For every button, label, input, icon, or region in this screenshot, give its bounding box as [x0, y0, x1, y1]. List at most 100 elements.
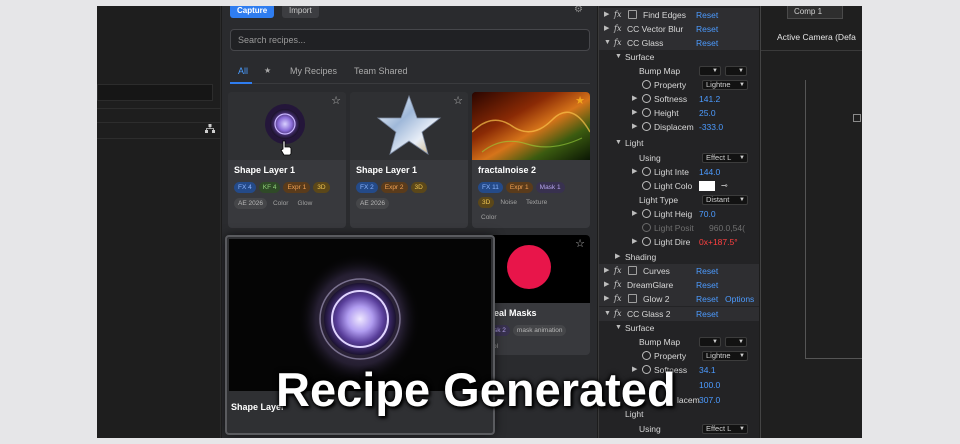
expand-arrow-icon[interactable]: ▶: [604, 264, 609, 278]
stopwatch-icon[interactable]: [642, 209, 651, 218]
group-surface[interactable]: ▼ Surface: [599, 321, 759, 335]
tab-all[interactable]: All: [238, 66, 248, 76]
comp-tab[interactable]: Comp 1: [787, 6, 843, 19]
param-value[interactable]: 34.1: [699, 363, 716, 377]
project-search-bar[interactable]: [97, 84, 213, 101]
collapse-arrow-icon[interactable]: ▼: [604, 36, 611, 50]
using-dropdown[interactable]: Effect L ▼: [702, 153, 748, 163]
bump-map-layer-dropdown[interactable]: ▼: [699, 66, 721, 76]
card-title: eal Masks: [494, 308, 537, 318]
stopwatch-icon[interactable]: [642, 223, 651, 232]
group-surface[interactable]: ▼ Surface: [599, 50, 759, 64]
param-light-direction: ▶ Light Dire 0x+187.5°: [599, 235, 759, 249]
tab-favorites[interactable]: ★: [264, 66, 271, 75]
favorite-star-icon[interactable]: ☆: [453, 94, 463, 107]
param-label: Light Type: [639, 195, 679, 205]
expand-arrow-icon[interactable]: ▶: [604, 8, 609, 22]
effect-dreamglare[interactable]: ▶ fx DreamGlare Reset: [599, 278, 759, 292]
effect-find-edges[interactable]: ▶ fx Find Edges Reset: [599, 8, 759, 22]
expand-arrow-icon[interactable]: ▶: [632, 165, 637, 179]
effect-cc-glass-2[interactable]: ▼ fx CC Glass 2 Reset: [599, 307, 759, 321]
settings-icon[interactable]: ⚙: [574, 6, 583, 15]
param-label: Light Heig: [654, 209, 693, 219]
param-value[interactable]: -333.0: [699, 120, 723, 134]
stopwatch-icon[interactable]: [642, 237, 651, 246]
property-dropdown[interactable]: Lightne ▼: [702, 351, 748, 361]
stopwatch-icon[interactable]: [642, 351, 651, 360]
collapse-arrow-icon[interactable]: ▼: [604, 307, 611, 321]
group-light[interactable]: ▼ Light: [599, 136, 759, 150]
eyedropper-icon[interactable]: ⊸: [721, 179, 728, 193]
favorite-star-icon[interactable]: ☆: [331, 94, 341, 107]
using-dropdown[interactable]: Effect L ▼: [702, 424, 748, 434]
recipe-card[interactable]: ☆ Shape Layer 1 FX 4 KF 4 Expr 1 3D AE 2…: [228, 92, 346, 228]
search-input[interactable]: Search recipes...: [230, 29, 590, 51]
reset-link[interactable]: Reset: [696, 264, 718, 278]
expand-arrow-icon[interactable]: ▶: [632, 207, 637, 221]
group-label: Surface: [625, 323, 655, 333]
card-meta: AE 2026: [356, 198, 389, 209]
stopwatch-icon[interactable]: [642, 94, 651, 103]
param-value[interactable]: 144.0: [699, 165, 720, 179]
group-label: Light: [625, 138, 644, 148]
param-value[interactable]: 0x+187.5°: [699, 235, 738, 249]
effect-cc-vector-blur[interactable]: ▶ fx CC Vector Blur Reset: [599, 22, 759, 36]
capture-button[interactable]: Capture: [230, 6, 275, 18]
expand-arrow-icon[interactable]: ▶: [632, 120, 637, 134]
param-value[interactable]: 25.0: [699, 106, 716, 120]
reset-link[interactable]: Reset: [696, 278, 718, 292]
expand-arrow-icon[interactable]: ▶: [632, 235, 637, 249]
effect-glow-2[interactable]: ▶ fx Glow 2 Reset Options: [599, 292, 759, 306]
collapse-arrow-icon[interactable]: ▼: [615, 50, 622, 64]
reset-link[interactable]: Reset: [696, 36, 718, 50]
collapse-arrow-icon[interactable]: ▼: [615, 136, 622, 150]
group-shading[interactable]: ▶ Shading: [599, 250, 759, 264]
expand-arrow-icon[interactable]: ▶: [604, 292, 609, 306]
stopwatch-icon[interactable]: [642, 181, 651, 190]
bump-map-layer-dropdown[interactable]: ▼: [699, 337, 721, 347]
param-value[interactable]: 70.0: [699, 207, 716, 221]
options-link[interactable]: Options: [725, 292, 754, 306]
favorite-star-icon[interactable]: ★: [575, 94, 585, 107]
effect-curves[interactable]: ▶ fx Curves Reset: [599, 264, 759, 278]
expand-arrow-icon[interactable]: ▶: [604, 278, 609, 292]
expand-arrow-icon[interactable]: ▶: [632, 92, 637, 106]
bump-map-source-dropdown[interactable]: ▼: [725, 66, 747, 76]
recipe-card[interactable]: ★ fractalnoise 2 FX 11 Expr 1 Mask 1 3D …: [472, 92, 590, 228]
tag-mask: Mask 1: [535, 182, 565, 193]
hierarchy-icon[interactable]: [205, 124, 215, 134]
stopwatch-icon[interactable]: [642, 80, 651, 89]
param-value[interactable]: 100.0: [699, 378, 720, 392]
light-type-dropdown[interactable]: Distant ▼: [702, 195, 748, 205]
stopwatch-icon[interactable]: [642, 122, 651, 131]
effect-name: CC Vector Blur: [627, 24, 684, 34]
expand-arrow-icon[interactable]: ▶: [632, 106, 637, 120]
property-dropdown[interactable]: Lightne ▼: [702, 80, 748, 90]
tag-version: AE 2026: [234, 198, 267, 209]
param-value[interactable]: 307.0: [699, 393, 720, 407]
recipe-card[interactable]: ☆ Shape Layer 1 FX 2 Expr 2 3D AE 2026: [350, 92, 468, 228]
tab-team-shared[interactable]: Team Shared: [354, 66, 408, 76]
expand-arrow-icon[interactable]: ▶: [615, 250, 620, 264]
favorite-star-icon[interactable]: ☆: [575, 237, 585, 250]
bump-map-source-dropdown[interactable]: ▼: [725, 337, 747, 347]
reset-link[interactable]: Reset: [696, 292, 718, 306]
effect-toggle-icon[interactable]: [628, 266, 637, 275]
reset-link[interactable]: Reset: [696, 307, 718, 321]
effect-cc-glass[interactable]: ▼ fx CC Glass Reset: [599, 36, 759, 50]
reset-link[interactable]: Reset: [696, 8, 718, 22]
stopwatch-icon[interactable]: [642, 108, 651, 117]
expand-arrow-icon[interactable]: ▶: [604, 22, 609, 36]
color-swatch[interactable]: [699, 181, 715, 191]
collapse-arrow-icon[interactable]: ▼: [615, 321, 622, 335]
stopwatch-icon[interactable]: [642, 167, 651, 176]
param-light-intensity: ▶ Light Inte 144.0: [599, 165, 759, 179]
card-tags: FX 4 KF 4 Expr 1 3D: [234, 182, 330, 193]
import-button[interactable]: Import: [282, 6, 319, 18]
reset-link[interactable]: Reset: [696, 22, 718, 36]
effect-toggle-icon[interactable]: [628, 10, 637, 19]
fx-icon: fx: [614, 294, 622, 303]
effect-toggle-icon[interactable]: [628, 294, 637, 303]
tab-my-recipes[interactable]: My Recipes: [290, 66, 337, 76]
param-value[interactable]: 141.2: [699, 92, 720, 106]
